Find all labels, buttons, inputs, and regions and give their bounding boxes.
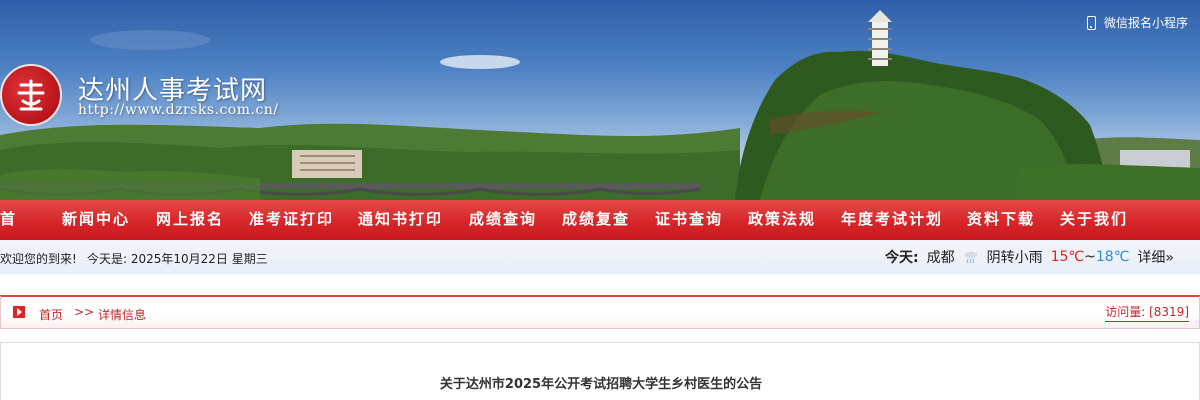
- breadcrumb: 首页 >> 详情信息 访问量: [8319]: [0, 295, 1200, 329]
- wechat-miniprogram-link[interactable]: 微信报名小程序: [1086, 14, 1188, 31]
- weather-condition: 阴转小雨: [986, 250, 1043, 266]
- welcome-text: 欢迎您的到来!: [0, 252, 77, 266]
- main-nav: 首 新闻中心 网上报名 准考证打印 通知书打印 成绩查询 成绩复查 证书查询 政…: [0, 200, 1200, 240]
- weather-city: 成都: [926, 250, 955, 266]
- article-title: 关于达州市2025年公开考试招聘大学生乡村医生的公告: [439, 377, 763, 392]
- article-panel: 关于达州市2025年公开考试招聘大学生乡村医生的公告: [0, 342, 1200, 400]
- nav-item-certificate-query[interactable]: 证书查询: [655, 208, 723, 229]
- breadcrumb-separator: >>: [74, 305, 95, 319]
- seal-glyph-icon: [17, 79, 45, 111]
- play-arrow-icon: [13, 306, 25, 318]
- site-banner: 达州人事考试网 http://www.dzrsks.com.cn/ 微信报名小程…: [0, 0, 1200, 200]
- phone-icon: [1086, 15, 1096, 30]
- date-text: 今天是: 2025年10月22日 星期三: [87, 252, 268, 266]
- weather-today-label: 今天:: [884, 250, 919, 266]
- site-url[interactable]: http://www.dzrsks.com.cn/: [78, 102, 279, 118]
- nav-item-admission-ticket[interactable]: 准考证打印: [249, 208, 334, 229]
- nav-item-policy[interactable]: 政策法规: [748, 208, 816, 229]
- nav-item-downloads[interactable]: 资料下载: [967, 208, 1035, 229]
- site-logo-icon[interactable]: [0, 64, 62, 126]
- rain-cloud-icon: [964, 251, 977, 264]
- nav-item-score-review[interactable]: 成绩复查: [562, 208, 630, 229]
- info-bar: 欢迎您的到来! 今天是: 2025年10月22日 星期三 今天: 成都 阴转小雨…: [0, 240, 1200, 274]
- breadcrumb-current: 详情信息: [98, 308, 147, 322]
- nav-item-about[interactable]: 关于我们: [1060, 208, 1128, 229]
- weather-high-temp: 18℃: [1095, 249, 1130, 265]
- miniprogram-label: 微信报名小程序: [1103, 16, 1188, 30]
- weather-tilde: ~: [1084, 249, 1096, 265]
- weather-widget: 今天: 成都 阴转小雨 15℃ ~ 18℃ 详细»: [885, 247, 1174, 267]
- nav-item-home[interactable]: 首: [0, 208, 17, 229]
- nav-item-news[interactable]: 新闻中心: [62, 208, 130, 229]
- weather-low-temp: 15℃: [1050, 249, 1085, 265]
- nav-item-annual-plan[interactable]: 年度考试计划: [841, 208, 943, 229]
- nav-item-notice-print[interactable]: 通知书打印: [358, 208, 443, 229]
- weather-detail-link[interactable]: 详细»: [1137, 247, 1174, 267]
- nav-item-score-query[interactable]: 成绩查询: [469, 208, 537, 229]
- weather-temp-range: 15℃ ~ 18℃: [1051, 249, 1130, 265]
- breadcrumb-home-link[interactable]: 首页: [39, 306, 63, 323]
- nav-item-online-registration[interactable]: 网上报名: [156, 208, 224, 229]
- visit-counter: 访问量: [8319]: [1105, 303, 1189, 322]
